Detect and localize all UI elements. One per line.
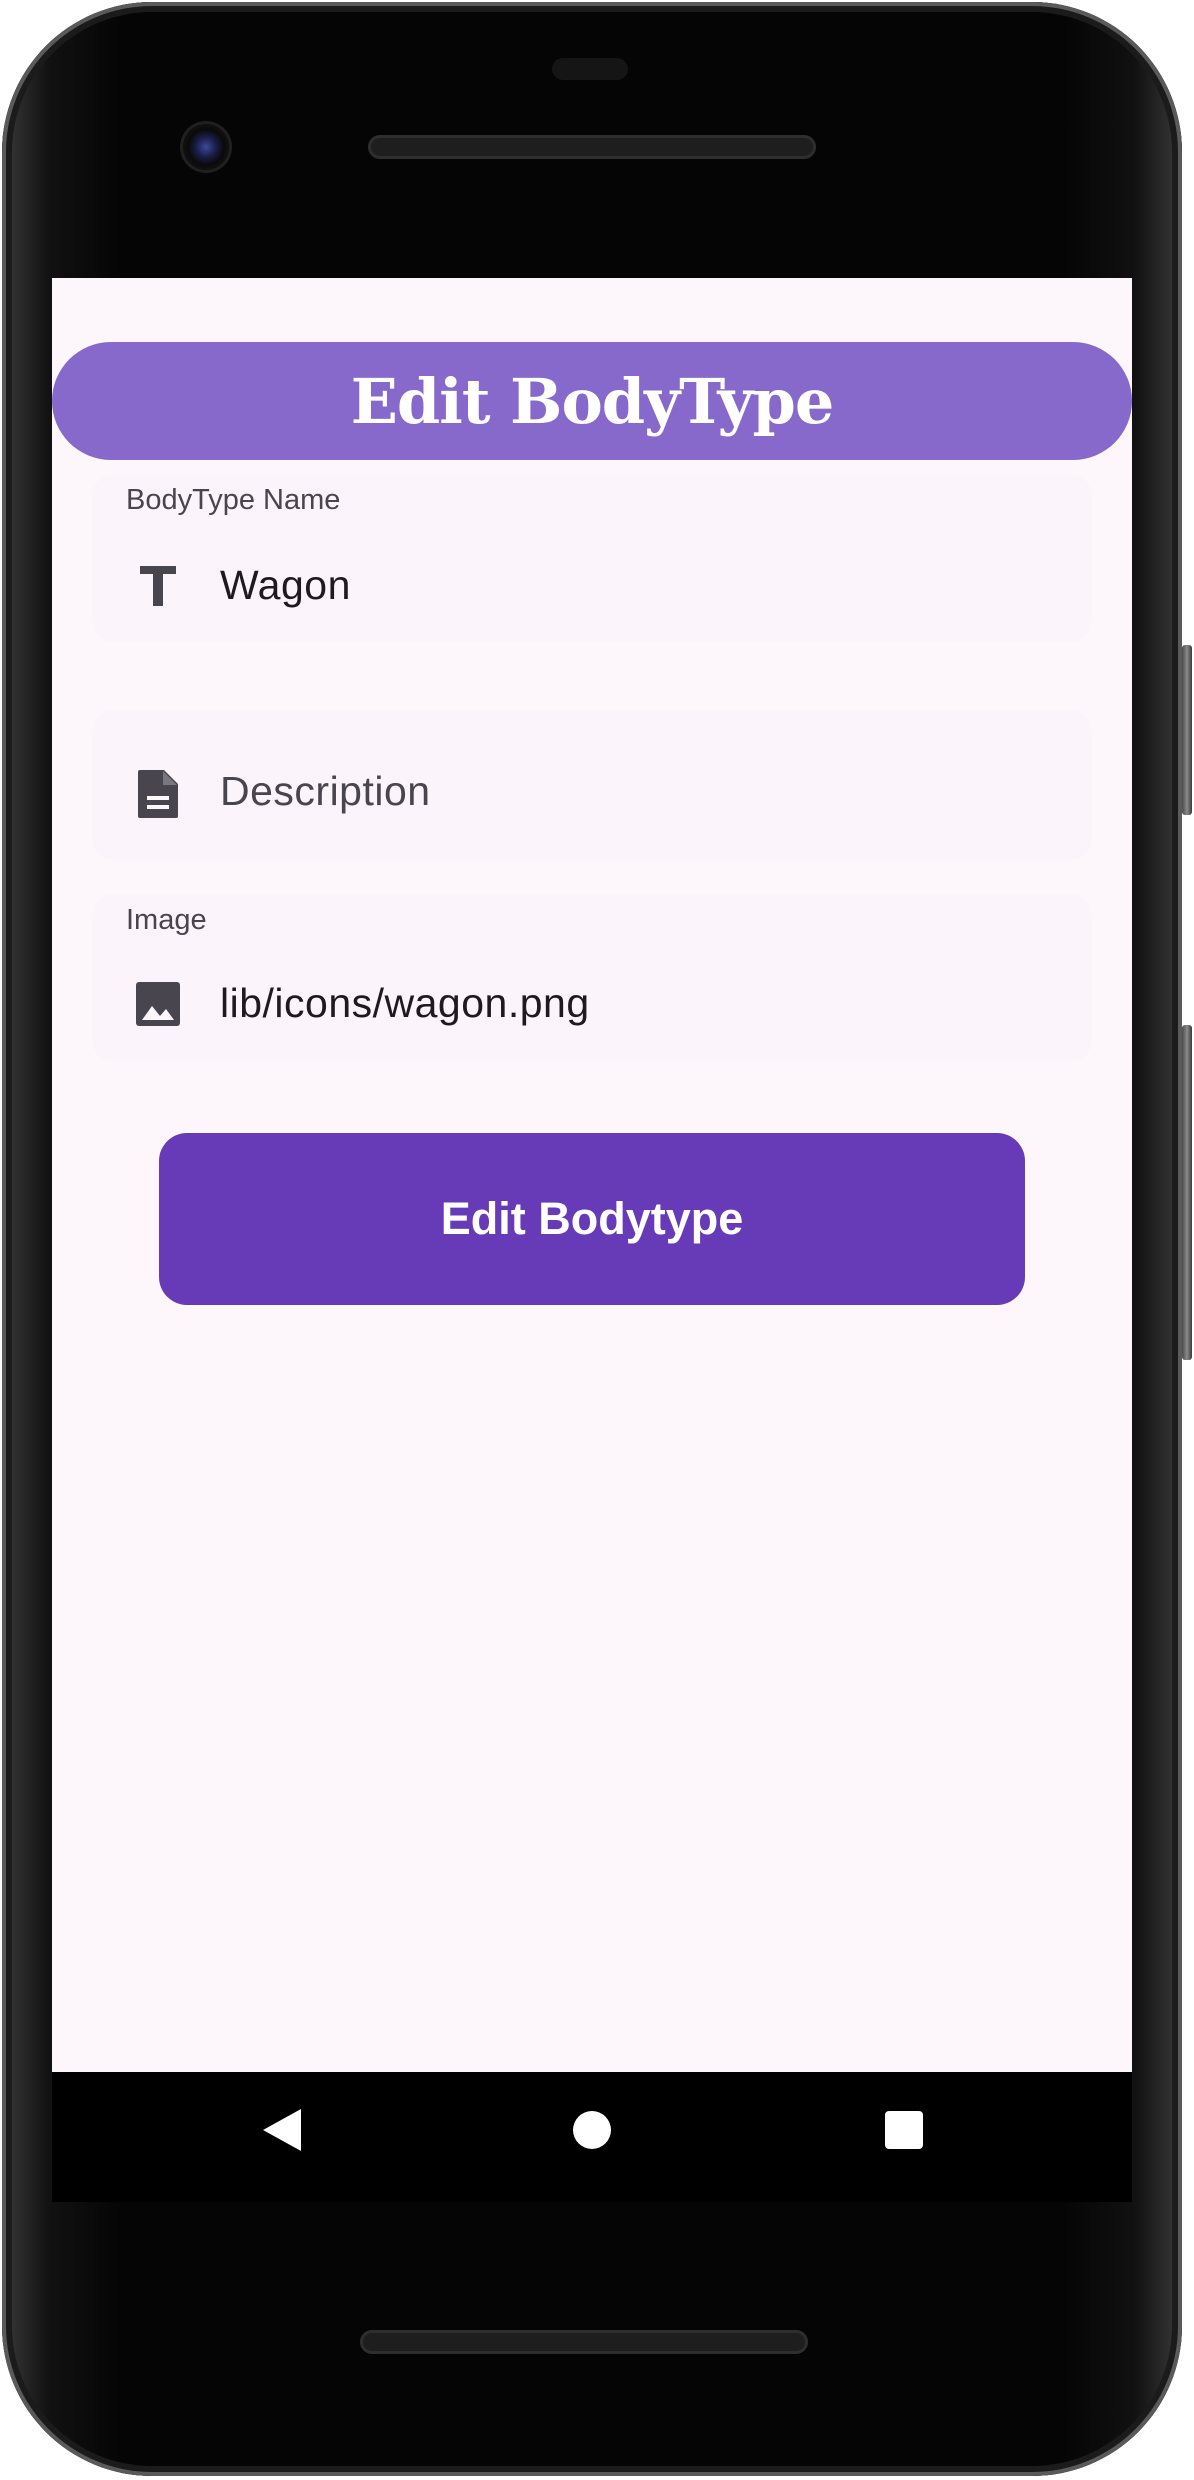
edit-bodytype-button[interactable]: Edit Bodytype [159,1133,1025,1305]
text-fields-icon [132,560,184,612]
page-title: Edit BodyType [350,364,835,438]
bodytype-name-label: BodyType Name [126,484,341,516]
bottom-speaker-grille [360,2330,808,2354]
power-button [1182,645,1192,815]
app-bar: Edit BodyType [52,342,1132,460]
description-document-icon [132,768,184,820]
app-screen: Edit BodyType BodyType Name Wagon Descri… [52,278,1132,2072]
proximity-sensor [552,58,628,80]
image-label: Image [126,904,207,936]
recents-square-icon[interactable] [874,2100,934,2160]
image-icon [132,978,184,1030]
system-navigation-bar [52,2072,1132,2202]
volume-button [1182,1025,1192,1360]
home-circle-icon[interactable] [562,2100,622,2160]
top-speaker-grille [368,135,816,159]
back-triangle-icon[interactable] [252,2100,312,2160]
front-camera [183,124,229,170]
image-path-input[interactable]: lib/icons/wagon.png [220,980,590,1027]
bodytype-name-input[interactable]: Wagon [220,562,351,609]
image-field[interactable] [92,894,1092,1062]
description-input[interactable]: Description [220,768,431,815]
phone-device-frame: Edit BodyType BodyType Name Wagon Descri… [0,0,1194,2480]
